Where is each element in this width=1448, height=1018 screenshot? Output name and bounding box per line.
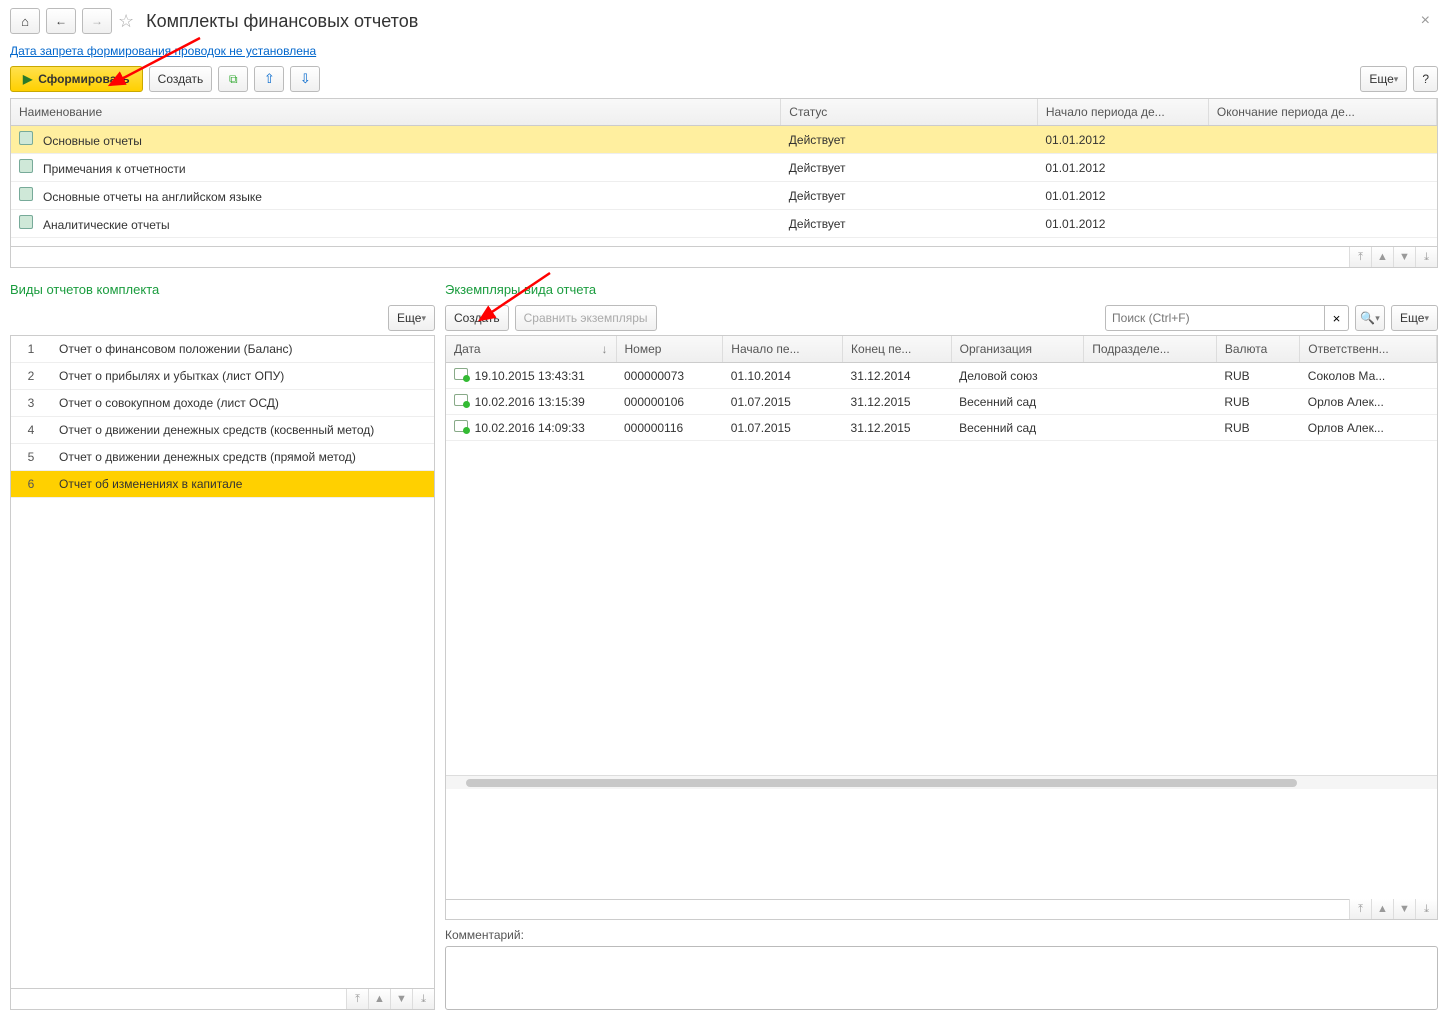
favorite-star-icon[interactable]: ☆ [118, 11, 134, 32]
folder-icon [19, 215, 33, 229]
copy-button[interactable]: ⧉ [218, 66, 248, 92]
top-pager: ⤒ ▲ ▼ ⤓ [10, 247, 1438, 268]
reportsets-table: Наименование Статус Начало периода де...… [10, 98, 1438, 247]
left-pager: ⤒ ▲ ▼ ⤓ [10, 989, 435, 1010]
search-input[interactable] [1105, 305, 1325, 331]
back-button[interactable]: ← [46, 8, 76, 34]
list-item[interactable]: 1Отчет о финансовом положении (Баланс) [11, 336, 434, 363]
report-types-table: 1Отчет о финансовом положении (Баланс)2О… [10, 335, 435, 989]
search-clear-button[interactable]: × [1325, 305, 1349, 331]
col-status[interactable]: Статус [781, 99, 1038, 126]
help-button[interactable]: ? [1413, 66, 1438, 92]
page-down[interactable]: ▼ [1393, 899, 1415, 919]
home-icon: ⌂ [21, 14, 29, 29]
page-up[interactable]: ▲ [368, 989, 390, 1009]
document-icon [454, 368, 468, 380]
comment-label: Комментарий: [445, 928, 1438, 942]
grid-col[interactable]: Подразделе... [1084, 336, 1217, 363]
grid-col[interactable]: Валюта [1216, 336, 1299, 363]
page-down[interactable]: ▼ [1393, 247, 1415, 267]
table-row[interactable]: 19.10.2015 13:43:3100000007301.10.201431… [446, 363, 1437, 389]
list-item[interactable]: 4Отчет о движении денежных средств (косв… [11, 417, 434, 444]
page-down[interactable]: ▼ [390, 989, 412, 1009]
page-first[interactable]: ⤒ [346, 989, 368, 1009]
right-panel-title: Экземпляры вида отчета [445, 282, 1438, 297]
page-first[interactable]: ⤒ [1349, 247, 1371, 267]
page-last[interactable]: ⤓ [412, 989, 434, 1009]
window-header: ⌂ ← → ☆ Комплекты финансовых отчетов × [10, 8, 1438, 34]
home-button[interactable]: ⌂ [10, 8, 40, 34]
page-up[interactable]: ▲ [1371, 899, 1393, 919]
forward-button[interactable]: → [82, 8, 112, 34]
right-pager: ⤒ ▲ ▼ ⤓ [445, 899, 1438, 920]
table-row[interactable]: Аналитические отчетыДействует01.01.2012 [11, 210, 1437, 238]
col-name[interactable]: Наименование [11, 99, 781, 126]
copy-icon: ⧉ [229, 72, 238, 87]
more-button-top[interactable]: Еще [1360, 66, 1407, 92]
grid-col[interactable]: Номер [616, 336, 723, 363]
document-icon [454, 420, 468, 432]
table-row[interactable]: 10.02.2016 14:09:3300000011601.07.201531… [446, 415, 1437, 441]
main-toolbar: ▶ Сформировать Создать ⧉ ⇧ ⇩ Еще ? [10, 66, 1438, 92]
instances-table: Дата ↓НомерНачало пе...Конец пе...Органи… [445, 335, 1438, 900]
list-item[interactable]: 5Отчет о движении денежных средств (прям… [11, 444, 434, 471]
folder-icon [19, 187, 33, 201]
folder-icon [19, 159, 33, 173]
arrow-left-icon: ← [55, 14, 67, 28]
document-icon [454, 394, 468, 406]
list-item[interactable]: 6Отчет об изменениях в капитале [11, 471, 434, 498]
horizontal-scrollbar[interactable] [446, 775, 1437, 789]
arrow-up-icon: ⇧ [264, 71, 275, 87]
more-button-right[interactable]: Еще [1391, 305, 1438, 331]
more-button-left[interactable]: Еще [388, 305, 435, 331]
folder-icon [19, 131, 33, 145]
arrow-right-icon: → [91, 14, 103, 28]
page-last[interactable]: ⤓ [1415, 247, 1437, 267]
page-title: Комплекты финансовых отчетов [146, 11, 418, 32]
grid-col[interactable]: Начало пе... [723, 336, 843, 363]
grid-col[interactable]: Ответственн... [1300, 336, 1437, 363]
move-down-button[interactable]: ⇩ [290, 66, 320, 92]
table-row[interactable]: 10.02.2016 13:15:3900000010601.07.201531… [446, 389, 1437, 415]
table-row[interactable]: Основные отчеты на английском языкеДейст… [11, 182, 1437, 210]
move-up-button[interactable]: ⇧ [254, 66, 284, 92]
play-icon: ▶ [23, 72, 32, 86]
list-item[interactable]: 3Отчет о совокупном доходе (лист ОСД) [11, 390, 434, 417]
grid-col[interactable]: Конец пе... [843, 336, 952, 363]
grid-col[interactable]: Дата ↓ [446, 336, 616, 363]
arrow-down-icon: ⇩ [300, 71, 311, 87]
grid-col[interactable]: Организация [951, 336, 1084, 363]
page-up[interactable]: ▲ [1371, 247, 1393, 267]
comment-textarea[interactable] [445, 946, 1438, 1010]
magnifier-icon: 🔍 [1360, 311, 1375, 325]
close-button[interactable]: × [1413, 8, 1438, 34]
col-end[interactable]: Окончание периода де... [1208, 99, 1436, 126]
page-first[interactable]: ⤒ [1349, 899, 1371, 919]
search-options-button[interactable]: 🔍 [1355, 305, 1385, 331]
page-last[interactable]: ⤓ [1415, 899, 1437, 919]
list-item[interactable]: 2Отчет о прибылях и убытках (лист ОПУ) [11, 363, 434, 390]
table-row[interactable]: Примечания к отчетностиДействует01.01.20… [11, 154, 1437, 182]
left-panel-title: Виды отчетов комплекта [10, 282, 435, 297]
col-start[interactable]: Начало периода де... [1037, 99, 1208, 126]
table-row[interactable]: Основные отчетыДействует01.01.2012 [11, 126, 1437, 154]
